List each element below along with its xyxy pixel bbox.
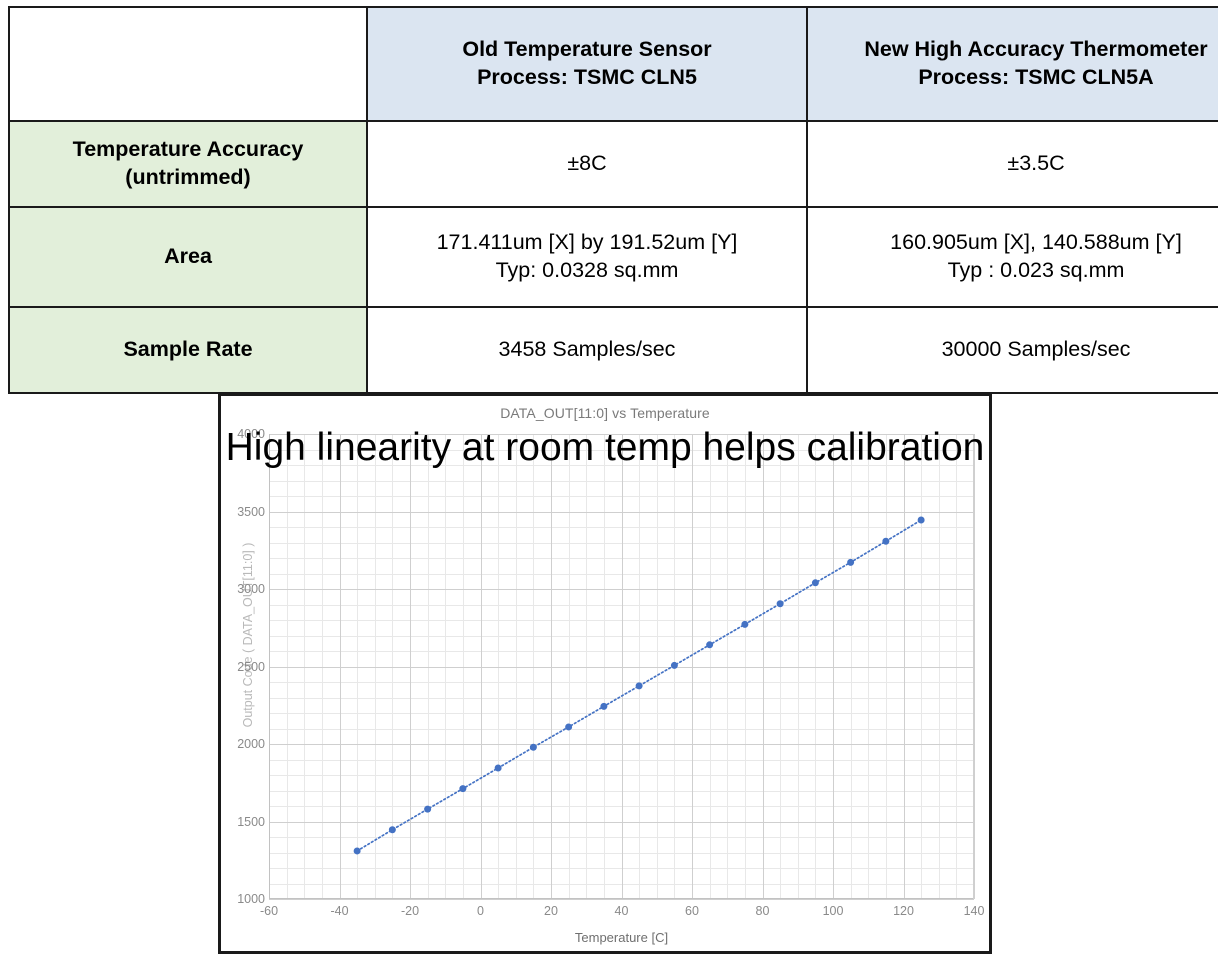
data-point-marker [741, 620, 749, 628]
x-axis-tick-label: 80 [755, 904, 770, 918]
cell-accuracy-new-value: ±3.5C [1007, 151, 1065, 176]
data-point-marker [917, 516, 925, 524]
cell-area-old-line1: 171.411um [X] by 191.52um [Y] [436, 230, 738, 255]
x-axis-tick-label: 60 [685, 904, 699, 918]
row-label-sample-rate: Sample Rate [8, 306, 368, 394]
data-point-marker [459, 785, 467, 793]
chart-title: DATA_OUT[11:0] vs Temperature [500, 405, 710, 421]
cell-sample-rate-new-value: 30000 Samples/sec [941, 337, 1131, 362]
header-old-subtitle: Process: TSMC CLN5 [477, 65, 697, 89]
row-label-line1: Temperature Accuracy [72, 137, 304, 162]
y-axis-tick-label: 1500 [237, 814, 265, 829]
y-axis-tick-label: 3500 [237, 504, 265, 519]
x-axis-tick-label: 100 [822, 904, 844, 918]
plot-area [269, 434, 975, 900]
header-new-title: New High Accuracy Thermometer [864, 37, 1208, 62]
table-row: Area 171.411um [X] by 191.52um [Y] Typ: … [8, 206, 1218, 308]
cell-area-new: 160.905um [X], 140.588um [Y] Typ : 0.023… [806, 206, 1218, 308]
cell-sample-rate-old-value: 3458 Samples/sec [498, 337, 676, 362]
x-axis-title: Temperature [C] [574, 930, 669, 945]
header-old-title: Old Temperature Sensor [462, 37, 712, 62]
header-cell-blank [8, 6, 368, 122]
gridline-vertical-minor [974, 434, 975, 899]
data-point-marker [776, 600, 784, 608]
header-new-subtitle: Process: TSMC CLN5A [918, 65, 1154, 89]
row-label-line1: Sample Rate [123, 337, 253, 362]
gridline-horizontal-minor [269, 899, 974, 900]
x-axis-tick-label: 140 [963, 904, 985, 918]
data-point-marker [565, 723, 573, 731]
data-point-marker [424, 805, 432, 813]
data-point-marker [635, 682, 643, 690]
data-point-marker [353, 847, 361, 855]
comparison-table-container: Old Temperature Sensor Process: TSMC CLN… [8, 6, 1218, 394]
cell-area-old: 171.411um [X] by 191.52um [Y] Typ: 0.032… [366, 206, 808, 308]
row-label-area: Area [8, 206, 368, 308]
table-row: Temperature Accuracy (untrimmed) ±8C ±3.… [8, 120, 1218, 208]
y-axis-tick-label: 2000 [237, 737, 265, 751]
header-cell-new-thermometer: New High Accuracy Thermometer Process: T… [806, 6, 1218, 122]
comparison-table: Old Temperature Sensor Process: TSMC CLN… [8, 6, 1218, 394]
y-axis-tick-label: 2500 [237, 659, 265, 674]
x-axis-tick-label: 20 [544, 904, 558, 918]
cell-sample-rate-old: 3458 Samples/sec [366, 306, 808, 394]
x-axis-tick-label: -20 [400, 904, 420, 918]
cell-accuracy-old: ±8C [366, 120, 808, 208]
table-row: Sample Rate 3458 Samples/sec 30000 Sampl… [8, 306, 1218, 394]
data-point-marker [670, 661, 678, 669]
cell-accuracy-old-value: ±8C [567, 151, 607, 176]
annotation-text: High linearity at room temp helps calibr… [225, 426, 985, 469]
cell-area-old-line2: Typ: 0.0328 sq.mm [495, 258, 679, 282]
cell-area-new-line2: Typ : 0.023 sq.mm [947, 258, 1125, 282]
data-point-marker [600, 702, 608, 710]
table-header-row: Old Temperature Sensor Process: TSMC CLN… [8, 6, 1218, 122]
gridline-vertical-major [974, 434, 975, 899]
x-axis-tick-label: -60 [259, 904, 279, 918]
chart-card: DATA_OUT[11:0] vs Temperature Output Cod… [218, 393, 992, 954]
x-axis-tick-labels: -60 -40 -20 0 20 40 60 80 100 120 140 [260, 904, 984, 924]
x-axis-tick-label: 0 [477, 904, 484, 918]
row-label-line1: Area [164, 244, 212, 269]
row-label-temperature-accuracy: Temperature Accuracy (untrimmed) [8, 120, 368, 208]
y-axis-tick-label: 3000 [237, 582, 265, 596]
data-series [353, 516, 925, 855]
cell-sample-rate-new: 30000 Samples/sec [806, 306, 1218, 394]
data-point-marker [847, 558, 855, 566]
y-axis-title-container: Output Code ( DATA_OUT[11:0] ) [221, 396, 255, 728]
cell-accuracy-new: ±3.5C [806, 120, 1218, 208]
x-axis-tick-label: -40 [330, 904, 349, 918]
data-point-marker [706, 641, 714, 649]
y-axis-tick-labels: 1000 1500 2000 2500 3000 3500 4000 [221, 427, 265, 906]
x-axis-tick-label: 120 [893, 904, 914, 918]
data-point-marker [811, 579, 819, 587]
data-point-marker [529, 743, 537, 751]
x-axis-tick-label: 40 [614, 904, 629, 918]
data-point-marker [388, 826, 396, 834]
data-point-marker [882, 537, 890, 545]
header-cell-old-sensor: Old Temperature Sensor Process: TSMC CLN… [366, 6, 808, 122]
row-label-line2: (untrimmed) [125, 165, 251, 189]
gridline-horizontal-major [269, 899, 974, 900]
cell-area-new-line1: 160.905um [X], 140.588um [Y] [890, 230, 1182, 255]
data-point-marker [494, 764, 502, 772]
